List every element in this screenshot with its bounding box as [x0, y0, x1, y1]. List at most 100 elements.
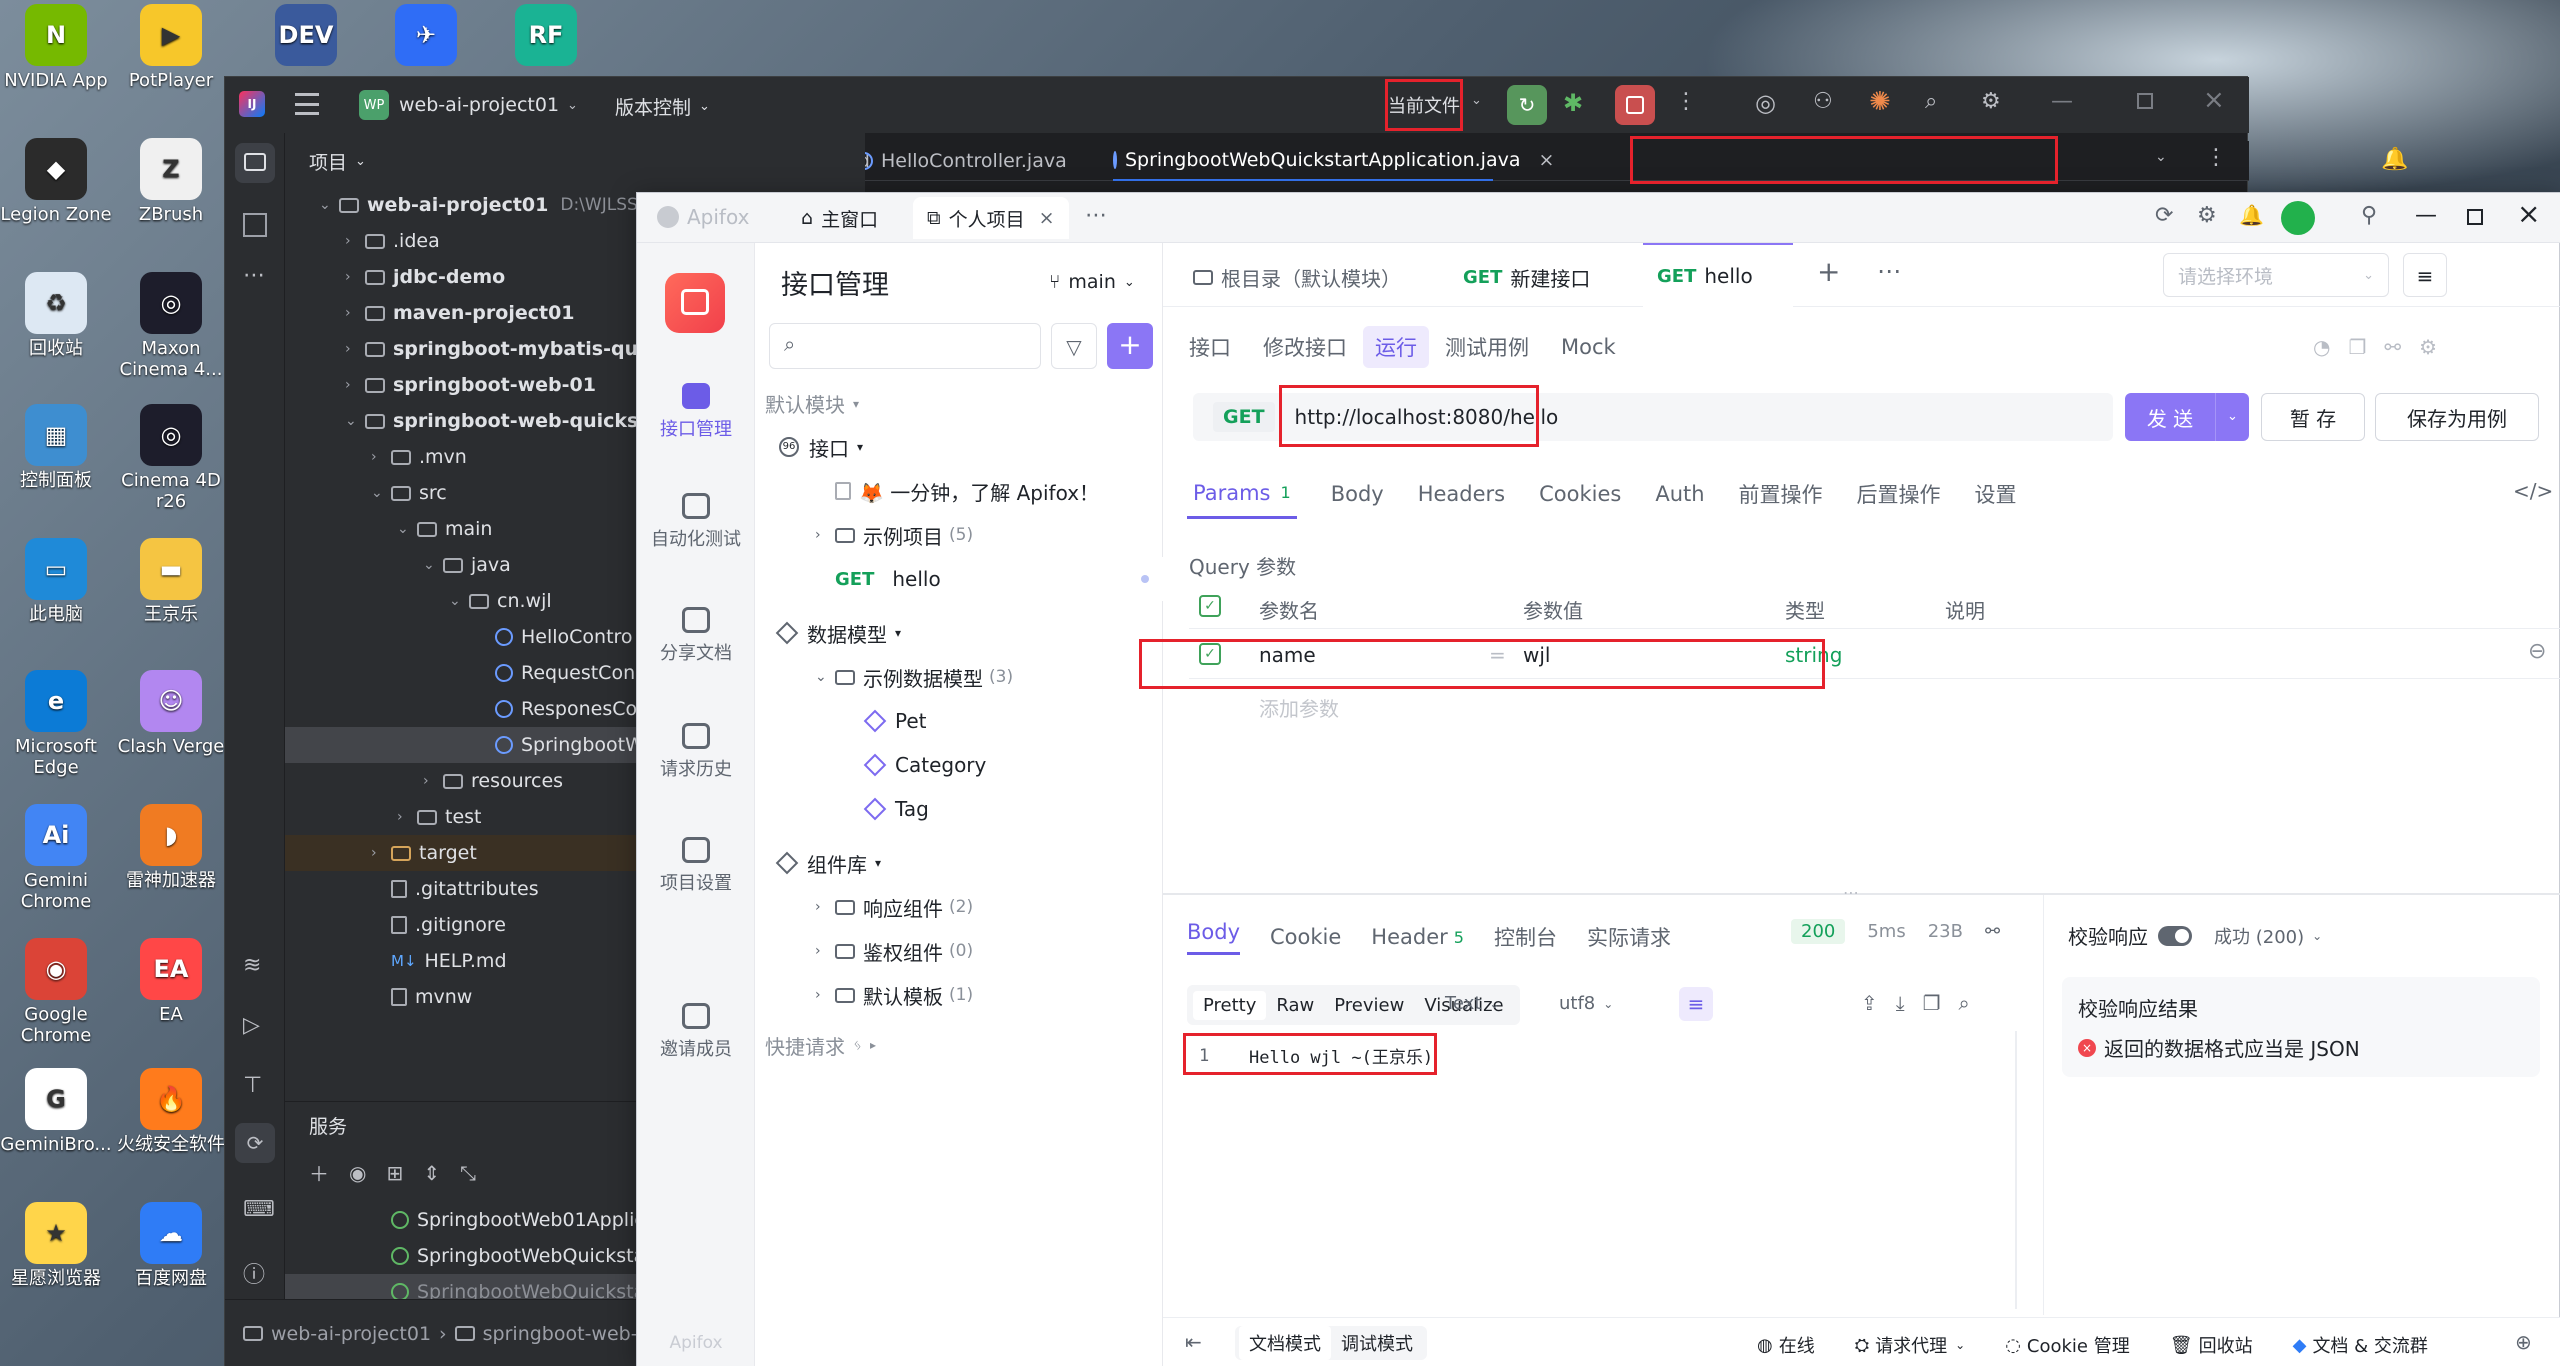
request-tab[interactable]: Auth	[1655, 482, 1704, 506]
more-icon[interactable]: ⋯	[1877, 257, 1901, 285]
view-tab[interactable]: Preview	[1324, 991, 1414, 1020]
cookie-manager[interactable]: ◌ Cookie 管理	[2005, 1332, 2130, 1358]
code-icon[interactable]: </>	[2513, 479, 2553, 503]
desk-control-panel[interactable]: ▦ 控制面板	[0, 404, 112, 491]
editor-tab[interactable]: HelloController.java	[855, 141, 1091, 181]
close-icon[interactable]: ×	[2203, 85, 2225, 115]
project-tool-icon[interactable]	[235, 143, 275, 183]
debug-icon[interactable]: ✱	[1563, 89, 1583, 117]
settings-icon[interactable]: ⚙	[2419, 335, 2437, 359]
desk-nvidia-app[interactable]: N NVIDIA App	[0, 4, 112, 91]
desk-recycle-bin[interactable]: ♻ 回收站	[0, 272, 112, 359]
collapse-sidebar-icon[interactable]: ⇤	[1185, 1330, 1202, 1354]
nav-item[interactable]: 自动化测试	[637, 493, 755, 551]
filter-icon[interactable]: ▽	[1051, 323, 1097, 369]
services-tool-icon[interactable]: ⟳	[235, 1123, 275, 1163]
desk-geminibro[interactable]: G GeminiBro...	[0, 1068, 112, 1155]
tab-hello[interactable]: GET hello	[1643, 243, 1793, 307]
search-icon[interactable]: ⌕	[1925, 89, 1937, 114]
desk-clash[interactable]: ☺ Clash Verge	[115, 670, 227, 757]
desk-star-browser[interactable]: ★ 星愿浏览器	[0, 1202, 112, 1289]
send-button[interactable]: 发 送 ⌄	[2125, 393, 2249, 441]
tree-example-project[interactable]: › 示例项目 (5)	[755, 513, 1163, 557]
new-group-icon[interactable]: ⊞	[386, 1161, 403, 1185]
copy-icon[interactable]: ❐	[1923, 991, 1941, 1015]
debug-mode-button[interactable]: 调试模式	[1331, 1326, 1423, 1360]
proxy-select[interactable]: ⛭ 请求代理 ⌄	[1855, 1332, 1965, 1358]
project-selector[interactable]: WP web-ai-project01 ⌄	[359, 89, 578, 121]
recycle-bin[interactable]: 🗑 回收站	[2170, 1332, 2253, 1358]
notifications-icon[interactable]: 🔔	[2381, 147, 2408, 172]
desk-huorong[interactable]: 🔥 火绒安全软件	[115, 1068, 227, 1155]
request-tab[interactable]: Headers	[1418, 482, 1505, 506]
desk-potplayer[interactable]: ▶ PotPlayer	[115, 4, 227, 91]
format-select[interactable]: Text ⌄	[1445, 993, 1499, 1014]
subtab[interactable]: 接口	[1173, 332, 1247, 362]
more-vertical-icon[interactable]: ⋮	[1675, 89, 1697, 114]
maximize-icon[interactable]	[2467, 209, 2483, 225]
tree-component-lib[interactable]: 组件库 ▾	[755, 841, 1163, 885]
tab-main-window[interactable]: ⌂ 主窗口	[787, 199, 892, 237]
hamburger-menu-icon[interactable]	[295, 93, 319, 115]
avatar[interactable]	[2281, 201, 2315, 235]
more-tabs-icon[interactable]: ⋯	[1085, 203, 1107, 228]
add-icon[interactable]: ＋	[309, 1158, 329, 1187]
idea-logo-icon[interactable]: IJ	[239, 91, 265, 117]
request-tab[interactable]: Cookies	[1539, 482, 1621, 506]
branch-selector[interactable]: ⑂ main ⌄	[1049, 271, 1135, 293]
resp-tab-header[interactable]: Header 5	[1371, 925, 1464, 949]
download-icon[interactable]: ⤓	[1896, 991, 1905, 1015]
project-panel-header[interactable]: 项目 ⌄	[309, 141, 366, 181]
sidebar-search-input[interactable]: ⌕	[769, 323, 1041, 369]
community-link[interactable]: ◆ 文档 & 交流群	[2293, 1332, 2428, 1358]
breadcrumb-module[interactable]: springboot-web-qu	[483, 1323, 662, 1345]
run-config-selector[interactable]: 当前文件	[1385, 79, 1463, 131]
desk-edge[interactable]: e Microsoft Edge	[0, 670, 112, 778]
refresh-icon[interactable]: ⟳	[2155, 203, 2173, 228]
close-icon[interactable]: ×	[2517, 197, 2540, 230]
tab-personal-project[interactable]: ⧉ 个人项目 ×	[913, 197, 1069, 239]
build-tool-icon[interactable]: ⊤	[243, 1073, 262, 1098]
online-status[interactable]: ◍ 在线	[1757, 1332, 1815, 1358]
validate-toggle[interactable]	[2158, 925, 2192, 946]
view-tab[interactable]: Raw	[1266, 991, 1324, 1020]
request-tab[interactable]: 设置	[1975, 479, 2017, 509]
encoding-select[interactable]: utf8 ⌄	[1559, 993, 1613, 1014]
run-tool-icon[interactable]: ▷	[243, 1013, 260, 1038]
desk-legion-zone[interactable]: ◆ Legion Zone	[0, 138, 112, 225]
tree-hello-item[interactable]: GET hello	[755, 557, 1163, 601]
model-item[interactable]: Category	[755, 743, 1163, 787]
tree-interface-group[interactable]: 96 接口 ▾	[755, 425, 1163, 469]
check-all-icon[interactable]: ✓	[1199, 595, 1221, 617]
maximize-icon[interactable]	[2137, 93, 2153, 109]
chevron-down-icon[interactable]: ⌄	[2215, 393, 2249, 441]
tree-data-model[interactable]: 数据模型 ▾	[755, 611, 1163, 655]
resp-tab-body[interactable]: Body	[1187, 920, 1241, 955]
save-button[interactable]: 暂 存	[2261, 393, 2365, 441]
structure-tool-icon[interactable]	[243, 213, 267, 237]
collapse-icon[interactable]: ⤡	[460, 1161, 476, 1185]
resp-tab-console[interactable]: 控制台	[1494, 922, 1557, 952]
expand-icon[interactable]: ⇕	[423, 1161, 440, 1185]
copy-icon[interactable]: ❐	[2348, 335, 2366, 359]
desk-baidu-netdisk[interactable]: ☁ 百度网盘	[115, 1202, 227, 1289]
minimize-icon[interactable]: —	[2051, 89, 2073, 114]
env-menu-icon[interactable]: ≡	[2403, 253, 2447, 297]
model-item[interactable]: Pet	[755, 699, 1163, 743]
component-item[interactable]: › 响应组件 (2)	[755, 885, 1163, 929]
settings-gear-icon[interactable]: ⚙	[1981, 89, 2001, 114]
terminal-tool-icon[interactable]: ⌨	[243, 1197, 275, 1222]
claude-icon[interactable]: ✺	[1869, 87, 1891, 117]
new-tab-plus-icon[interactable]: +	[1817, 255, 1840, 288]
upload-icon[interactable]: ⇪	[1861, 991, 1878, 1015]
editor-scroll-gutter[interactable]	[2015, 1031, 2017, 1309]
save-as-case-button[interactable]: 保存为用例	[2375, 393, 2539, 441]
tabs-more-icon[interactable]: ⋮	[2205, 145, 2227, 170]
add-interface-button[interactable]: +	[1107, 323, 1153, 369]
tab-new-interface[interactable]: GET 新建接口	[1463, 263, 1590, 292]
vcs-menu[interactable]: 版本控制 ⌄	[615, 93, 710, 120]
settings-icon[interactable]: ⚙	[2197, 203, 2217, 228]
component-item[interactable]: › 默认模板 (1)	[755, 973, 1163, 1017]
desk-dev[interactable]: DEV	[250, 4, 362, 70]
tabs-dropdown-icon[interactable]: ⌄	[2155, 149, 2167, 165]
